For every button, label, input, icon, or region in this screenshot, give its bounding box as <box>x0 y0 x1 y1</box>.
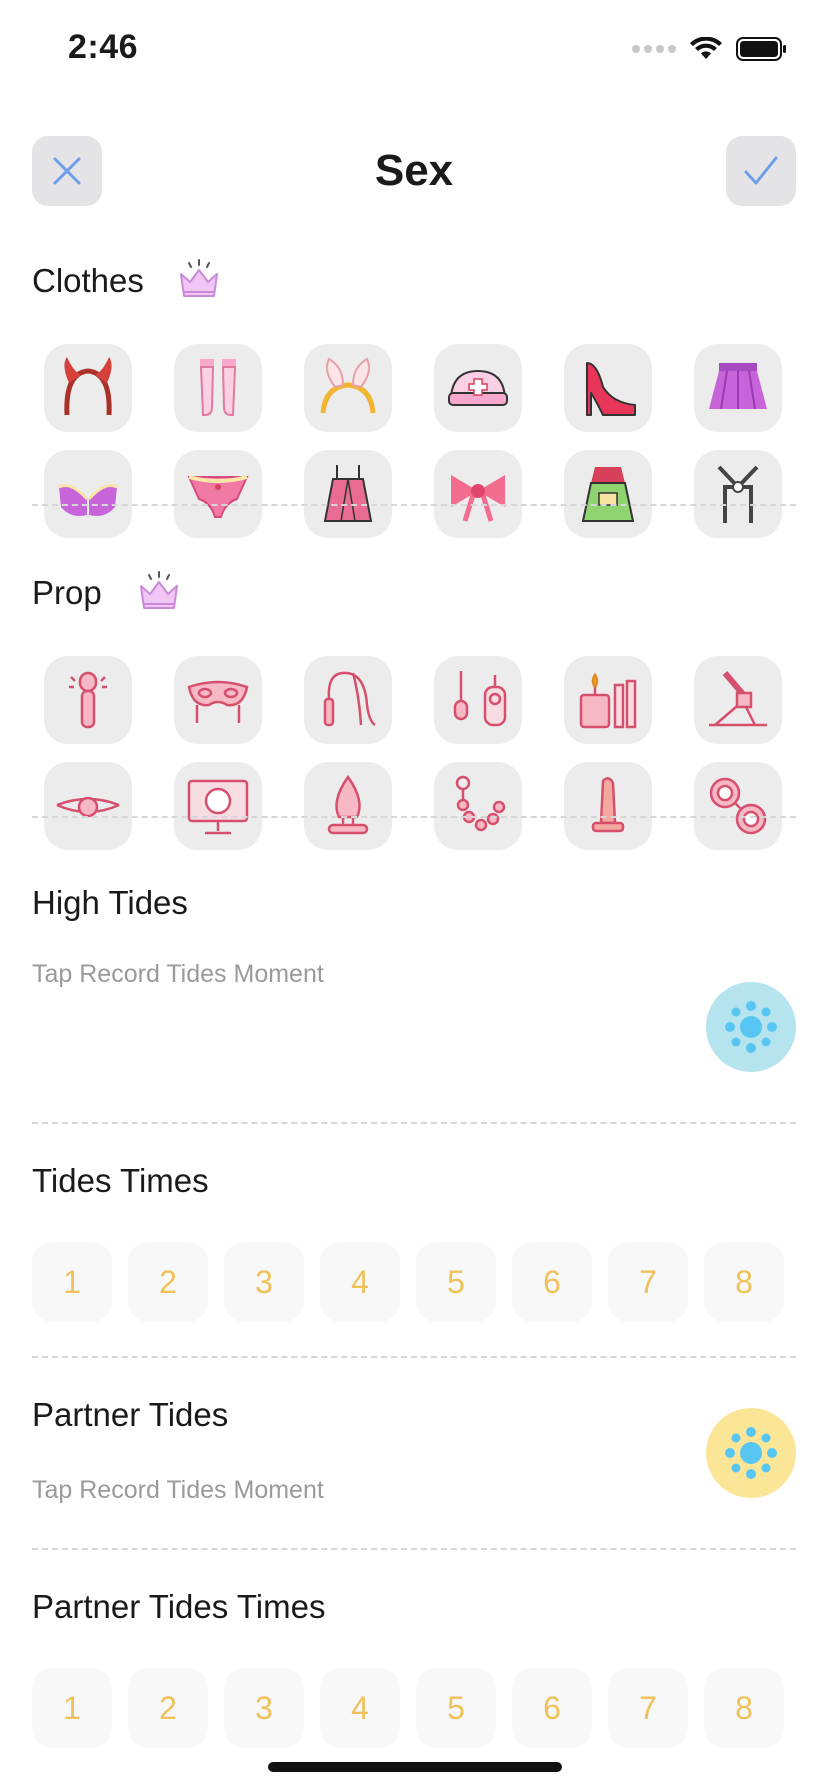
bra-icon[interactable] <box>44 450 132 538</box>
crown-icon <box>180 259 218 297</box>
battery-icon <box>736 37 786 61</box>
tides-times-option-6[interactable]: 6 <box>512 1242 592 1322</box>
status-indicators <box>632 36 788 62</box>
clothes-grid <box>44 344 782 538</box>
tides-times-option-4[interactable]: 4 <box>320 1242 400 1322</box>
confirm-button[interactable] <box>726 136 796 206</box>
tides-times-option-1[interactable]: 1 <box>32 1242 112 1322</box>
page-title: Sex <box>374 146 454 195</box>
maid-apron-icon[interactable] <box>564 450 652 538</box>
partner-tides-hint: Tap Record Tides Moment <box>32 1476 324 1504</box>
partner-tides-times-option-7[interactable]: 7 <box>608 1668 688 1748</box>
remote-vibrator-icon[interactable] <box>434 656 522 744</box>
plug-icon[interactable] <box>304 762 392 850</box>
candles-icon[interactable] <box>564 656 652 744</box>
tides-times-option-5[interactable]: 5 <box>416 1242 496 1322</box>
panties-icon[interactable] <box>174 450 262 538</box>
dildo-icon[interactable] <box>564 762 652 850</box>
stockings-icon[interactable] <box>174 344 262 432</box>
tides-times-option-8[interactable]: 8 <box>704 1242 784 1322</box>
anal-beads-icon[interactable] <box>434 762 522 850</box>
tides-times-option-3[interactable]: 3 <box>224 1242 304 1322</box>
partner-tides-times-option-4[interactable]: 4 <box>320 1668 400 1748</box>
partner-tides-times-option-6[interactable]: 6 <box>512 1668 592 1748</box>
partner-tides-times-option-3[interactable]: 3 <box>224 1668 304 1748</box>
section-divider <box>32 816 796 818</box>
partner-tides-times-title: Partner Tides Times <box>32 1588 326 1625</box>
high-tides-hint: Tap Record Tides Moment <box>32 960 324 988</box>
bunny-ears-headband-icon[interactable] <box>304 344 392 432</box>
handcuffs-icon[interactable] <box>694 762 782 850</box>
nav-bar: Sex <box>0 136 828 208</box>
high-heel-icon[interactable] <box>564 344 652 432</box>
pleated-skirt-icon[interactable] <box>694 344 782 432</box>
nurse-cap-icon[interactable] <box>434 344 522 432</box>
high-tides-title: High Tides <box>32 884 188 921</box>
splash-icon <box>725 1427 777 1479</box>
record-partner-tides-button[interactable] <box>706 1408 796 1498</box>
tides-times-option-7[interactable]: 7 <box>608 1242 688 1322</box>
harness-icon[interactable] <box>694 450 782 538</box>
wifi-icon <box>690 37 722 59</box>
partner-tides-times-option-1[interactable]: 1 <box>32 1668 112 1748</box>
devil-horns-headband-icon[interactable] <box>44 344 132 432</box>
tides-times-options: 1 2 3 4 5 6 7 8 <box>32 1242 784 1322</box>
ball-gag-icon[interactable] <box>44 762 132 850</box>
partner-tides-times-options: 1 2 3 4 5 6 7 8 <box>32 1668 784 1748</box>
status-time: 2:46 <box>68 28 139 66</box>
lingerie-icon[interactable] <box>304 450 392 538</box>
partner-tides-times-option-8[interactable]: 8 <box>704 1668 784 1748</box>
clothes-section-title: Clothes <box>32 262 144 299</box>
section-divider <box>32 1548 796 1550</box>
crown-icon <box>140 571 178 609</box>
tides-times-title: Tides Times <box>32 1162 209 1199</box>
splash-icon <box>725 1001 777 1053</box>
tides-times-option-2[interactable]: 2 <box>128 1242 208 1322</box>
bow-icon[interactable] <box>434 450 522 538</box>
prop-grid <box>44 656 782 850</box>
wand-massager-icon[interactable] <box>44 656 132 744</box>
section-divider <box>32 1356 796 1358</box>
section-divider <box>32 504 796 506</box>
eye-mask-icon[interactable] <box>174 656 262 744</box>
checkmark-icon <box>744 156 778 185</box>
whip-icon[interactable] <box>304 656 392 744</box>
home-indicator[interactable] <box>268 1762 562 1772</box>
partner-tides-title: Partner Tides <box>32 1396 229 1433</box>
adult-video-icon[interactable] <box>174 762 262 850</box>
status-bar: 2:46 <box>0 0 828 100</box>
machine-icon[interactable] <box>694 656 782 744</box>
partner-tides-times-option-2[interactable]: 2 <box>128 1668 208 1748</box>
record-high-tides-button[interactable] <box>706 982 796 1072</box>
prop-section-title: Prop <box>32 574 102 611</box>
partner-tides-times-option-5[interactable]: 5 <box>416 1668 496 1748</box>
section-divider <box>32 1122 796 1124</box>
cellular-signal-icon <box>632 45 676 53</box>
